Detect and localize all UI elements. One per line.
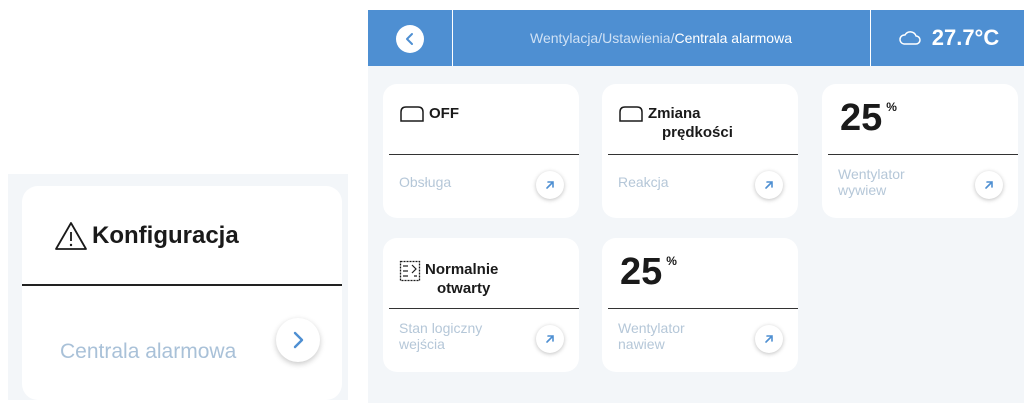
tile-label: Wentylator nawiew [618,320,738,352]
divider [870,10,871,66]
arrow-up-right-icon [985,181,993,189]
warning-triangle-icon [55,222,87,250]
divider [828,154,1018,155]
breadcrumb-current: Centrala alarmowa [674,30,792,46]
fan-unit: % [666,254,677,268]
breadcrumb-path[interactable]: Wentylacja/Ustawienia/ [530,30,674,46]
divider [389,154,579,155]
divider [452,10,453,66]
fan-value: 25 [840,97,883,139]
tile-state: Zmiana prędkości [618,104,733,142]
temperature-value: 27.7°C [931,25,1000,50]
tile-open-button[interactable] [755,325,783,353]
breadcrumb: Wentylacja/Ustawienia/Centrala alarmowa [454,10,868,66]
tile-label-line: wejścia [399,336,445,352]
fan-value: 25 [620,251,663,293]
divider [22,284,342,286]
divider [608,154,798,155]
tile-state: OFF [399,104,459,123]
tile-exhaust-fan[interactable]: 25 % Wentylator wywiew [822,84,1018,218]
tile-state-line: Normalnie [425,261,499,278]
divider [389,308,579,309]
tile-value: 25 % [620,252,677,292]
arrow-up-right-icon [546,335,554,343]
tile-open-button[interactable] [755,171,783,199]
tile-label-line: Reakcja [618,174,669,190]
tile-open-button[interactable] [536,325,564,353]
chevron-right-icon [293,331,304,349]
tile-state-text: OFF [429,105,459,122]
top-bar: Wentylacja/Ustawienia/Centrala alarmowa … [368,10,1024,66]
tile-label: Wentylator wywiew [838,166,958,198]
tile-state: Normalnie otwarty [399,260,498,298]
tile-label: Stan logiczny wejścia [399,320,519,352]
tile-handling[interactable]: OFF Obsługa [383,84,579,218]
tile-open-button[interactable] [536,171,564,199]
tile-input-logic-state[interactable]: Normalnie otwarty Stan logiczny wejścia [383,238,579,372]
tile-label-line: Stan logiczny [399,320,483,336]
fan-unit: % [886,100,897,114]
arrow-up-right-icon [546,181,554,189]
tile-supply-fan[interactable]: 25 % Wentylator nawiew [602,238,798,372]
divider [608,308,798,309]
weather-indicator: 27.7°C [873,10,1024,66]
configuration-preview-panel: Konfiguracja Centrala alarmowa [8,174,348,400]
configuration-card[interactable]: Konfiguracja Centrala alarmowa [22,186,342,400]
mode-box-icon [400,106,424,122]
chevron-left-icon [406,33,413,45]
mode-box-icon [619,106,643,122]
open-alarm-center-button[interactable] [276,318,320,362]
tile-label-line: Wentylator [838,166,905,182]
tile-open-button[interactable] [975,171,1003,199]
contact-input-icon [399,260,421,282]
arrow-up-right-icon [765,181,773,189]
tile-label-line: Wentylator [618,320,685,336]
tile-label: Reakcja [618,174,738,190]
configuration-item-label: Centrala alarmowa [60,340,237,363]
back-button[interactable] [396,25,424,53]
alarm-center-settings-screen: Wentylacja/Ustawienia/Centrala alarmowa … [368,10,1024,403]
cloud-icon [898,31,921,45]
tile-label-line: Obsługa [399,174,452,190]
tile-value: 25 % [840,98,897,138]
arrow-up-right-icon [765,335,773,343]
tile-state-line: prędkości [662,124,733,141]
tile-label: Obsługa [399,174,519,190]
tile-reaction[interactable]: Zmiana prędkości Reakcja [602,84,798,218]
tile-label-line: wywiew [838,182,887,198]
tile-state-line: otwarty [437,280,491,297]
tile-state-line: Zmiana [648,105,701,122]
configuration-title: Konfiguracja [54,220,239,252]
configuration-title-text: Konfiguracja [92,222,239,249]
tile-label-line: nawiew [618,336,665,352]
